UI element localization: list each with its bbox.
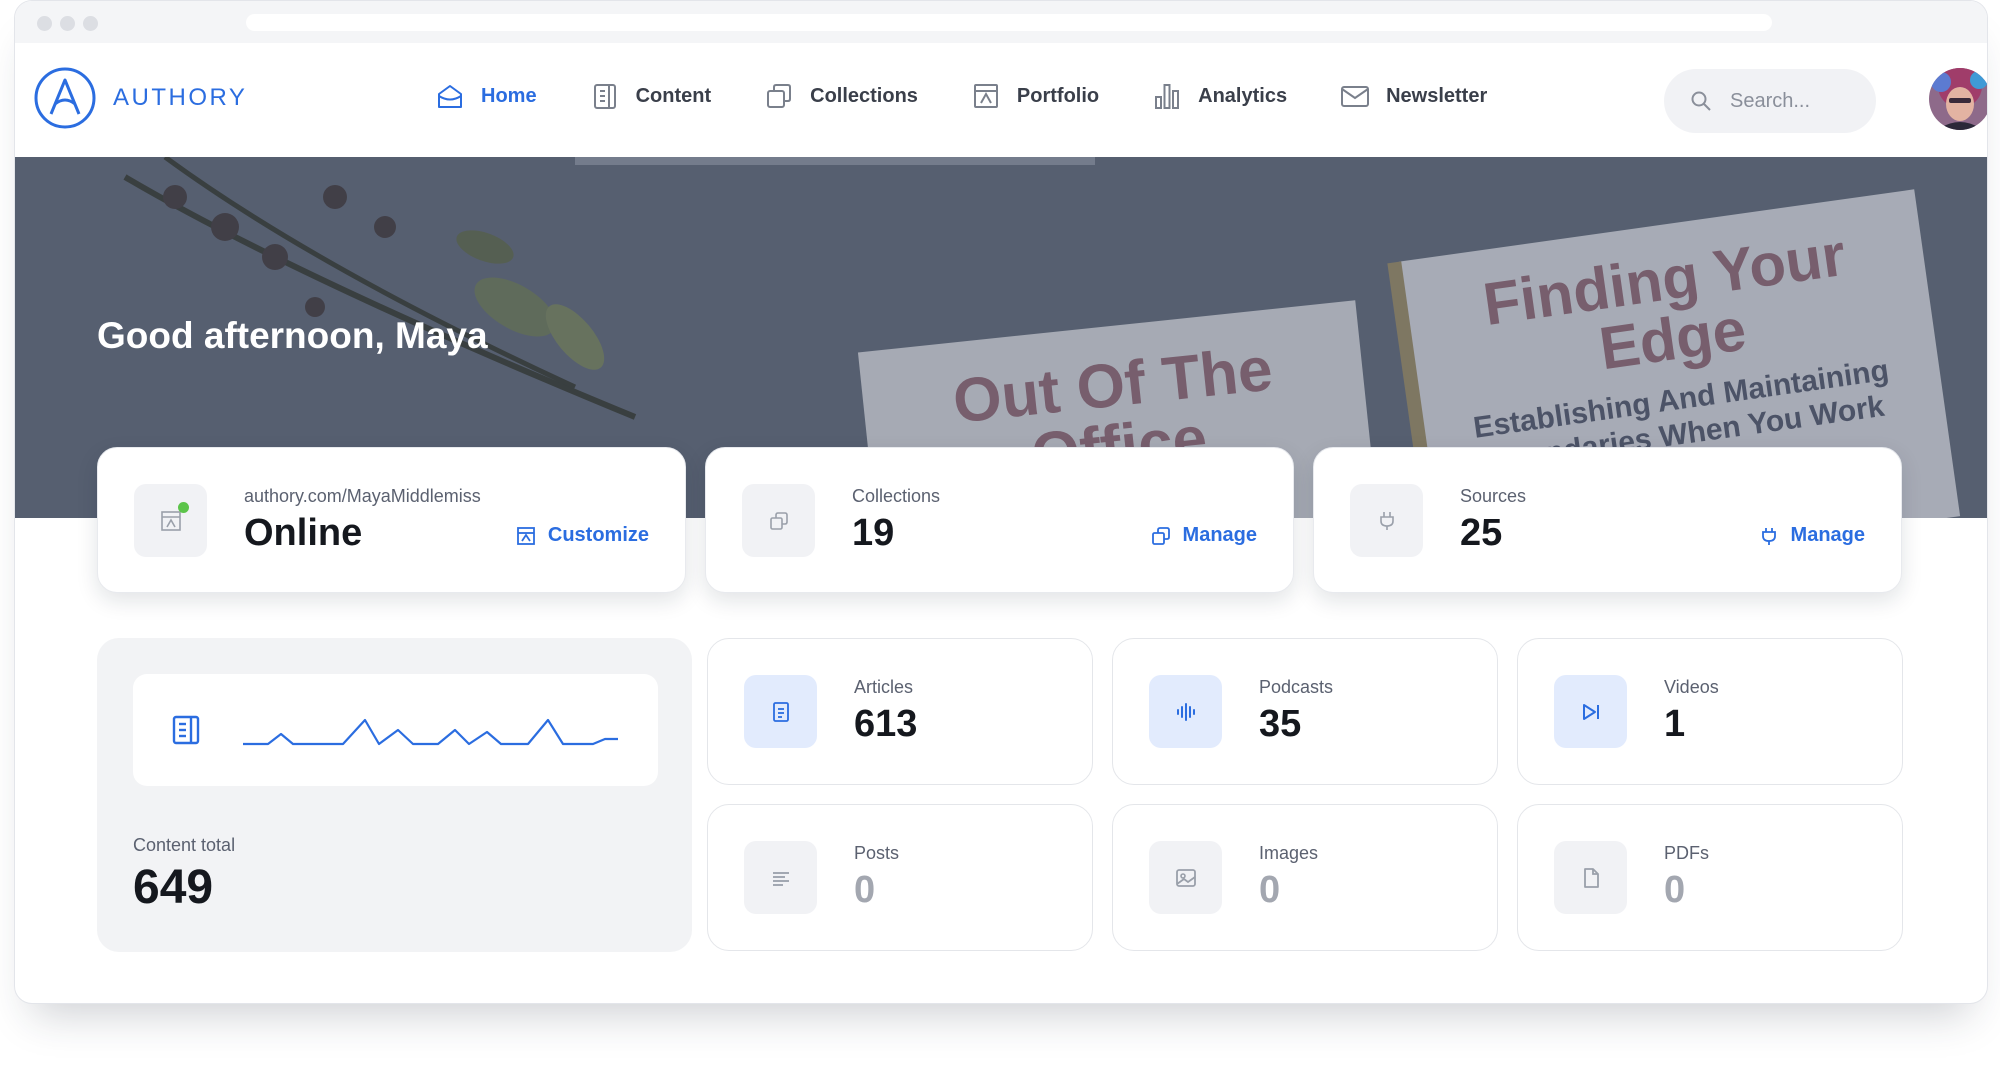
pdfs-tile[interactable]: PDFs 0 <box>1517 804 1903 951</box>
window-minimize-dot[interactable] <box>60 16 75 31</box>
nav-label-portfolio: Portfolio <box>1016 84 1100 107</box>
nav-item-analytics[interactable]: Analytics <box>1152 81 1287 111</box>
article-icon <box>772 701 789 722</box>
manage-collections-label: Manage <box>1182 524 1257 546</box>
home-icon <box>438 85 462 108</box>
nav-item-collections[interactable]: Collections <box>764 81 918 111</box>
articles-icon-box <box>744 675 817 748</box>
posts-label: Posts <box>854 843 900 863</box>
collections-label: Collections <box>852 486 941 506</box>
analytics-icon <box>1155 84 1180 109</box>
pdfs-icon-box <box>1554 841 1627 914</box>
portfolio-status-card: authory.com/MayaMiddlemiss Online Custom… <box>97 447 686 593</box>
sources-label: Sources <box>1460 486 1527 506</box>
content-total-label: Content total <box>133 835 236 855</box>
articles-count: 613 <box>854 703 918 745</box>
brand-name: AUTHORY <box>113 84 248 111</box>
sources-card: Sources 25 Manage <box>1313 447 1902 593</box>
images-label: Images <box>1259 843 1319 863</box>
sources-icon-box <box>1350 484 1423 557</box>
portfolio-url: authory.com/MayaMiddlemiss <box>244 486 481 506</box>
content-icon <box>172 715 200 745</box>
pdfs-count: 0 <box>1664 869 1686 911</box>
plug-icon <box>1761 527 1776 545</box>
nav-label-newsletter: Newsletter <box>1386 84 1488 107</box>
portfolio-icon <box>973 84 998 108</box>
portfolio-status: Online <box>244 512 363 554</box>
authory-logo-icon <box>34 67 96 129</box>
customize-button[interactable]: Customize <box>516 524 649 547</box>
collections-card: Collections 19 Manage <box>705 447 1294 593</box>
images-tile[interactable]: Images 0 <box>1112 804 1498 951</box>
plug-icon <box>1379 511 1394 530</box>
search-input[interactable] <box>1730 89 1850 113</box>
videos-icon-box <box>1554 675 1627 748</box>
posts-icon-box <box>744 841 817 914</box>
envelope-icon <box>1341 86 1370 107</box>
search-box[interactable] <box>1664 69 1876 133</box>
articles-label: Articles <box>854 677 914 697</box>
portfolio-icon <box>516 526 535 545</box>
content-total-value: 649 <box>133 861 214 914</box>
browser-chrome <box>15 1 1987 43</box>
posts-tile[interactable]: Posts 0 <box>707 804 1093 951</box>
nav-item-newsletter[interactable]: Newsletter <box>1340 81 1487 111</box>
nav-label-home: Home <box>481 84 537 107</box>
customize-label: Customize <box>547 524 649 546</box>
collections-icon <box>1151 526 1170 545</box>
content-sparkline <box>243 718 618 746</box>
collections-icon <box>767 84 792 108</box>
portfolio-icon <box>160 510 181 531</box>
search-icon <box>1691 91 1711 111</box>
collections-count: 19 <box>852 512 895 554</box>
browser-window: AUTHORY Home Content Collections Portfol… <box>14 0 1988 1004</box>
podcasts-count: 35 <box>1259 703 1302 745</box>
nav-label-content: Content <box>635 84 712 107</box>
posts-count: 0 <box>854 869 876 911</box>
brand-logo[interactable]: AUTHORY <box>33 66 247 130</box>
online-status-dot <box>178 502 189 513</box>
nav-item-content[interactable]: Content <box>590 81 712 111</box>
portfolio-icon-box <box>134 484 207 557</box>
address-bar[interactable] <box>246 14 1772 31</box>
manage-sources-button[interactable]: Manage <box>1759 524 1865 547</box>
image-icon <box>1175 868 1196 887</box>
nav-menu: Home Content Collections Portfolio Analy… <box>435 81 1540 111</box>
pdfs-label: PDFs <box>1664 843 1709 863</box>
window-maximize-dot[interactable] <box>83 16 98 31</box>
nav-label-collections: Collections <box>810 84 918 107</box>
podcasts-tile[interactable]: Podcasts 35 <box>1112 638 1498 785</box>
videos-count: 1 <box>1664 703 1686 745</box>
podcasts-icon-box <box>1149 675 1222 748</box>
sources-count: 25 <box>1460 512 1503 554</box>
nav-item-home[interactable]: Home <box>435 81 537 111</box>
videos-label: Videos <box>1664 677 1719 697</box>
collections-icon-box <box>742 484 815 557</box>
avatar-photo <box>1929 68 1987 130</box>
pdf-icon <box>1583 867 1599 888</box>
content-icon <box>593 84 616 109</box>
top-navigation: AUTHORY Home Content Collections Portfol… <box>15 43 1987 157</box>
video-icon <box>1582 703 1599 720</box>
podcasts-label: Podcasts <box>1259 677 1334 697</box>
nav-label-analytics: Analytics <box>1198 84 1288 107</box>
images-icon-box <box>1149 841 1222 914</box>
collections-icon <box>769 511 788 530</box>
images-count: 0 <box>1259 869 1281 911</box>
content-sparkline-card <box>133 674 658 786</box>
videos-tile[interactable]: Videos 1 <box>1517 638 1903 785</box>
manage-collections-button[interactable]: Manage <box>1151 524 1257 547</box>
articles-tile[interactable]: Articles 613 <box>707 638 1093 785</box>
greeting-heading: Good afternoon, Maya <box>97 315 488 356</box>
nav-item-portfolio[interactable]: Portfolio <box>971 81 1099 111</box>
window-close-dot[interactable] <box>37 16 52 31</box>
post-icon <box>772 871 789 886</box>
audio-wave-icon <box>1176 702 1195 721</box>
content-total-panel: Content total 649 <box>97 638 692 952</box>
user-avatar[interactable] <box>1929 68 1987 130</box>
manage-sources-label: Manage <box>1790 524 1865 546</box>
